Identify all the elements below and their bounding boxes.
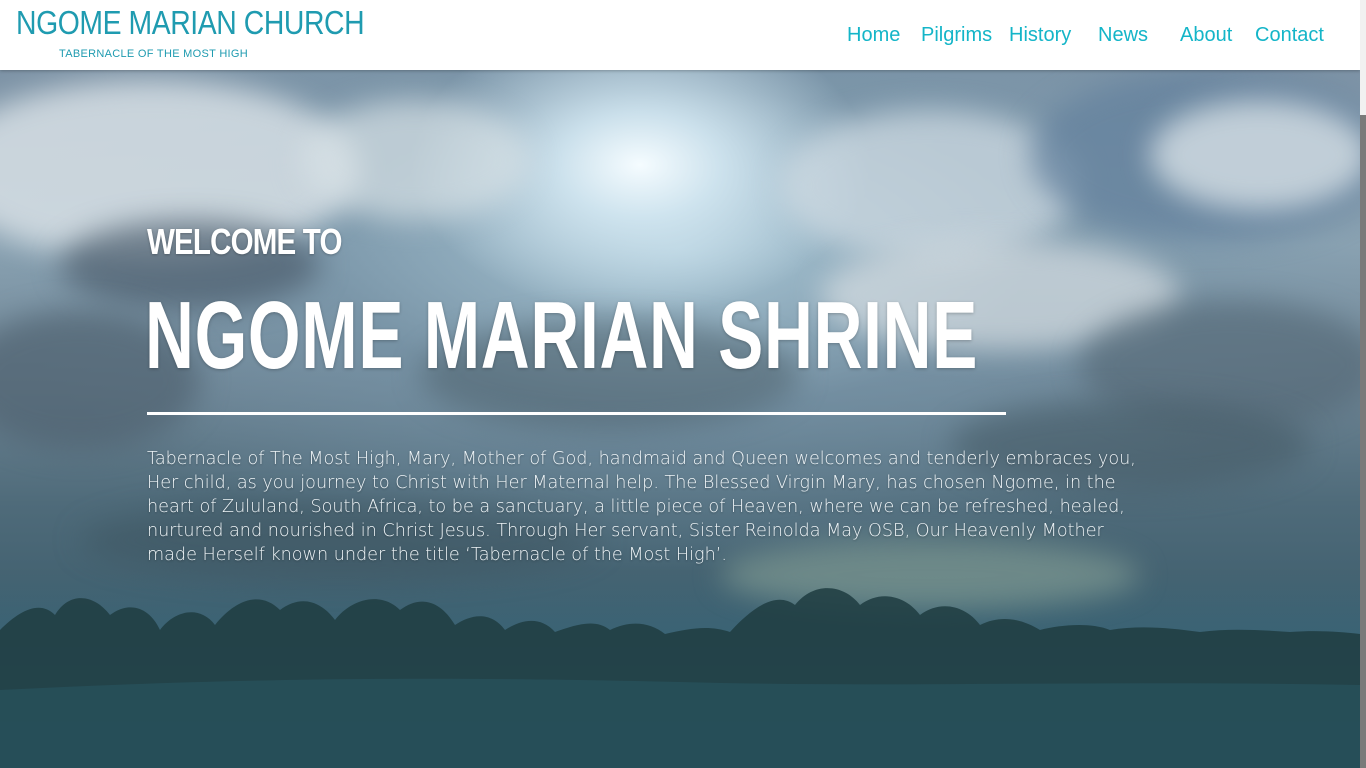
main-nav: Home Pilgrims History News About Contact [0,22,1360,50]
intro-paragraph: Tabernacle of The Most High, Mary, Mothe… [147,449,1136,565]
nav-contact[interactable]: Contact [1255,22,1324,48]
page: NGOME MARIAN CHURCH TABERNACLE OF THE MO… [0,0,1366,768]
title-divider [147,412,1006,415]
site-header: NGOME MARIAN CHURCH TABERNACLE OF THE MO… [0,0,1360,70]
nav-about[interactable]: About [1180,22,1232,48]
nav-pilgrims[interactable]: Pilgrims [921,22,992,48]
hero-section: WELCOME TO NGOME MARIAN SHRINE Tabernacl… [0,70,1360,768]
page-scrollbar[interactable] [1360,0,1366,768]
nav-news[interactable]: News [1098,22,1148,48]
treeline-silhouette [0,588,1360,768]
shrine-title: NGOME MARIAN SHRINE [145,282,979,389]
scrollbar-thumb[interactable] [1360,115,1366,768]
nav-history[interactable]: History [1009,22,1071,48]
nav-home[interactable]: Home [847,22,900,48]
welcome-heading: WELCOME TO [147,221,342,262]
